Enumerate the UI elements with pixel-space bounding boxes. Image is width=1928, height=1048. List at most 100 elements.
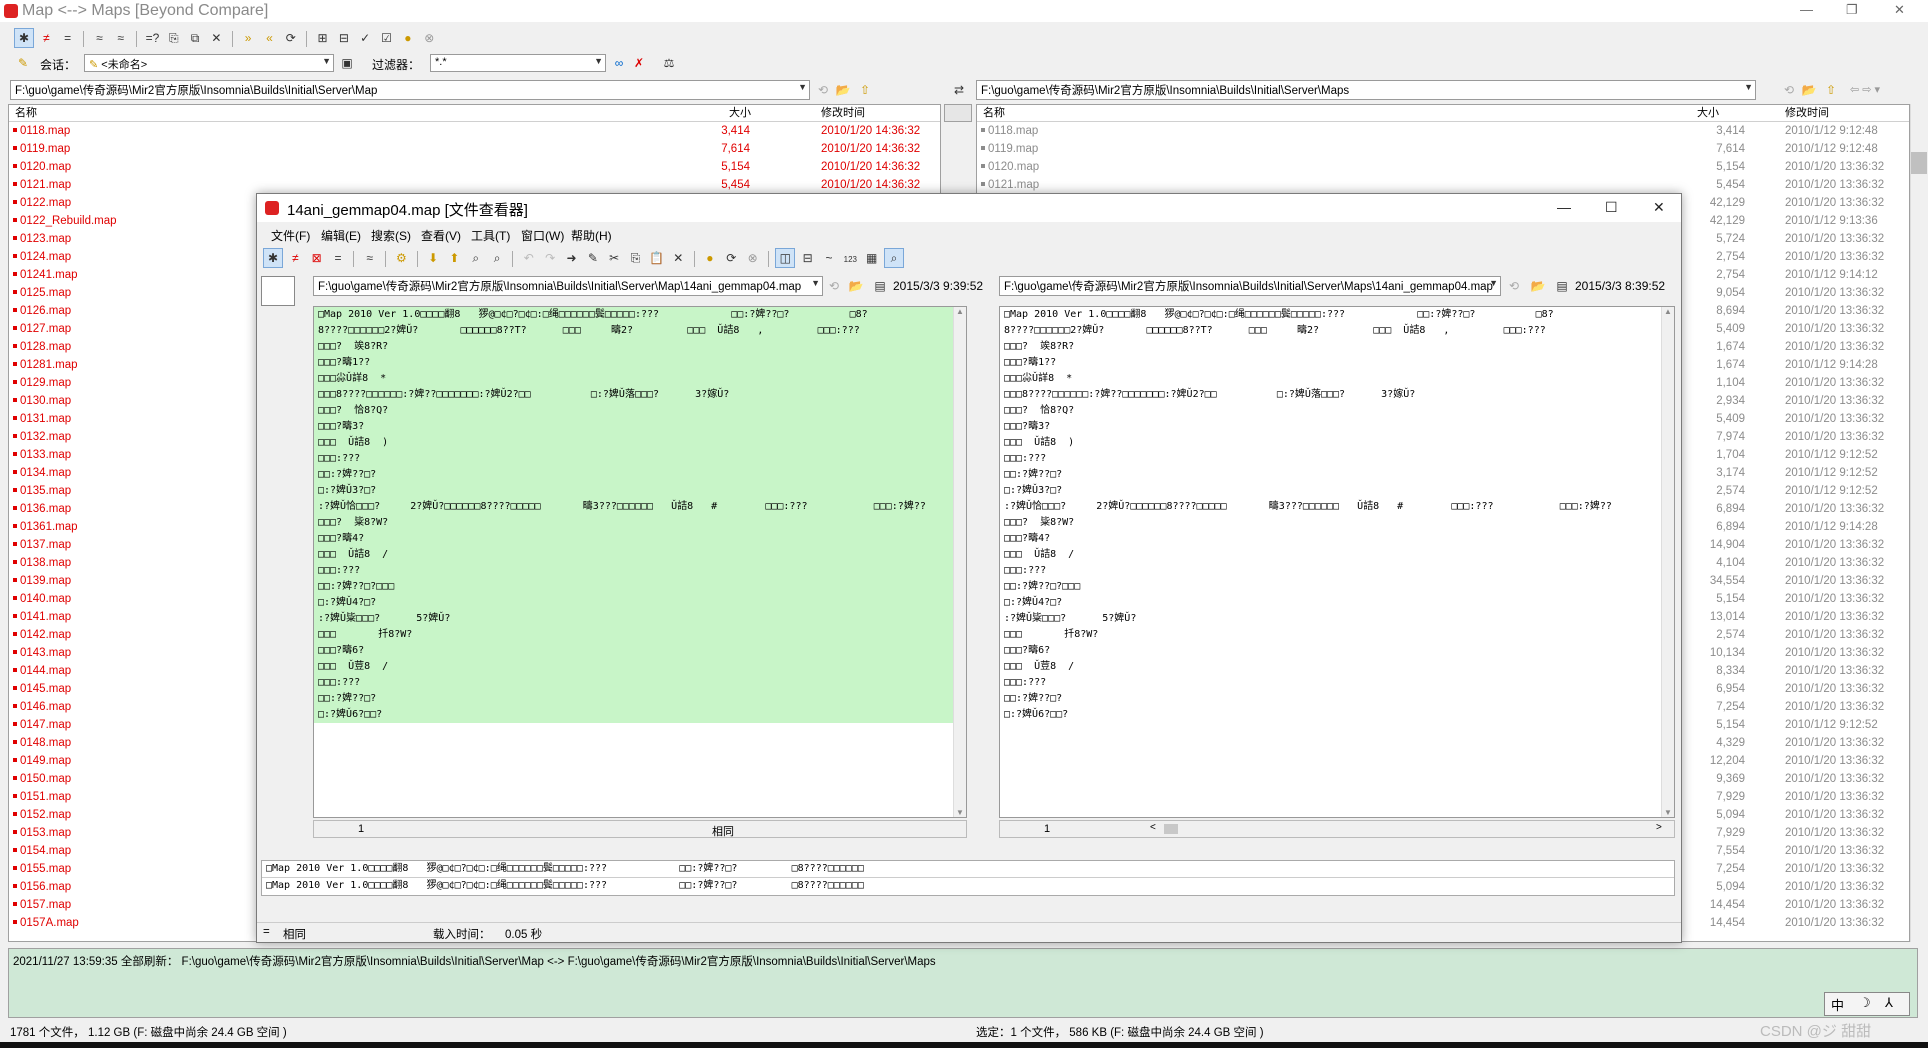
balance-icon[interactable]: ⚖ [660, 54, 678, 72]
show-diffs-icon[interactable]: ≠ [286, 249, 304, 267]
edit-icon[interactable]: ✎ [584, 249, 602, 267]
browse-file-icon[interactable]: 📂 [1529, 277, 1547, 295]
refresh-icon[interactable]: ⟳ [282, 29, 300, 47]
undo-icon[interactable]: ↶ [520, 249, 538, 267]
col-name[interactable]: 名称 [15, 105, 37, 121]
menu-file[interactable]: 文件(F) [271, 227, 310, 244]
col-modified[interactable]: 修改时间 [821, 105, 865, 121]
session-icon[interactable]: ✎ [14, 54, 32, 72]
file-row[interactable]: 0120.map 5,154 2010/1/20 13:36:32 [977, 158, 1909, 176]
menu-help[interactable]: 帮助(H) [571, 227, 612, 244]
show-all-icon[interactable]: ✱ [14, 28, 34, 48]
rules-icon[interactable]: =? [143, 29, 161, 47]
file-row[interactable]: 0119.map 7,614 2010/1/20 14:36:32 [9, 140, 940, 158]
scroll-left-icon[interactable]: < [1150, 822, 1156, 833]
unimportant-icon[interactable]: ≈ [90, 29, 108, 47]
prev-diff-icon[interactable]: ⬆ [445, 249, 463, 267]
copy-left-icon[interactable]: « [260, 29, 278, 47]
unimportant-icon[interactable]: ≈ [361, 249, 379, 267]
history-icon[interactable]: ⟲ [1505, 277, 1523, 295]
stop-icon[interactable]: ⊗ [420, 29, 438, 47]
viewer-left-path-input[interactable]: F:\guo\game\传奇源码\Mir2官方原版\Insomnia\Build… [313, 276, 823, 296]
show-diff-lines-icon[interactable]: ⊠ [308, 249, 326, 267]
history-icon[interactable]: ⟲ [825, 277, 843, 295]
nav-arrows-icon[interactable]: ⇦ ⇨ ▾ [1850, 83, 1880, 96]
show-all-icon[interactable]: ✱ [263, 248, 283, 268]
stop-icon[interactable]: ⊗ [744, 249, 762, 267]
scroll-right-icon[interactable]: > [1656, 822, 1662, 833]
parent-folder-icon[interactable]: ⇧ [1822, 81, 1840, 99]
show-diffs-icon[interactable]: ≠ [37, 29, 55, 47]
filter-input[interactable]: *.* ▼ [430, 54, 606, 72]
find-next-icon[interactable]: ⌕ [488, 249, 506, 267]
close-button[interactable]: ✕ [1894, 2, 1905, 18]
col-modified[interactable]: 修改时间 [1785, 105, 1829, 121]
col-size[interactable]: 大小 [1697, 105, 1719, 121]
copy-to-other-icon[interactable]: ➜ [563, 249, 581, 267]
save-icon[interactable]: ▤ [1553, 277, 1571, 295]
left-text-pane[interactable]: □Map 2010 Ver 1.0□□□□翻8 猡@□¢□?□¢□:□绳□□□□… [313, 306, 967, 818]
check-icon[interactable]: ✓ [356, 29, 374, 47]
paste-icon[interactable]: 📋 [648, 249, 666, 267]
copy-right-icon[interactable]: » [239, 29, 257, 47]
history-icon[interactable]: ⟲ [814, 81, 832, 99]
apply-filter-icon[interactable]: ∞ [610, 54, 628, 72]
left-text-scrollbar[interactable]: ▲ ▼ [953, 307, 966, 817]
context-icon[interactable]: ▦ [863, 249, 881, 267]
maximize-button[interactable]: ❐ [1846, 2, 1858, 18]
menu-window[interactable]: 窗口(W) [521, 227, 564, 244]
scroll-down-icon[interactable]: ▼ [1662, 808, 1674, 817]
col-name[interactable]: 名称 [983, 105, 1005, 121]
clear-filter-icon[interactable]: ✗ [630, 54, 648, 72]
side-by-side-icon[interactable]: ◫ [775, 248, 796, 268]
viewer-right-path-input[interactable]: F:\guo\game\传奇源码\Mir2官方原版\Insomnia\Build… [999, 276, 1501, 296]
ime-toolbar[interactable]: 中 ☽ ⅄ [1824, 992, 1910, 1016]
details-icon[interactable]: ⌕ [884, 248, 904, 268]
scroll-down-icon[interactable]: ▼ [954, 808, 966, 817]
file-row[interactable]: 0118.map 3,414 2010/1/20 14:36:32 [9, 122, 940, 140]
right-text-scrollbar[interactable]: ▲ ▼ [1661, 307, 1674, 817]
line-numbers-icon[interactable]: 123 [841, 251, 859, 269]
scroll-up-icon[interactable]: ▲ [954, 307, 966, 316]
collapse-icon[interactable]: ⊟ [335, 29, 353, 47]
expand-icon[interactable]: ⊞ [314, 29, 332, 47]
save-icon[interactable]: ▤ [871, 277, 889, 295]
history-icon[interactable]: ⟲ [1780, 81, 1798, 99]
scrollbar-thumb[interactable] [1911, 152, 1927, 174]
col-size[interactable]: 大小 [729, 105, 751, 121]
file-row[interactable]: 0121.map 5,454 2010/1/20 14:36:32 [9, 176, 940, 194]
left-path-input[interactable]: F:\guo\game\传奇源码\Mir2官方原版\Insomnia\Build… [10, 80, 810, 100]
menu-view[interactable]: 查看(V) [421, 227, 461, 244]
minimize-button[interactable]: — [1800, 2, 1813, 17]
viewer-close-button[interactable]: ✕ [1653, 199, 1665, 216]
rules-icon[interactable]: ● [701, 249, 719, 267]
swap-sides-icon[interactable]: ⇄ [950, 81, 968, 99]
file-row[interactable]: 0120.map 5,154 2010/1/20 14:36:32 [9, 158, 940, 176]
show-same-icon[interactable]: = [59, 29, 77, 47]
minor-icon[interactable]: ≈ [112, 29, 130, 47]
thumbnail-overview[interactable] [261, 276, 295, 306]
move-icon[interactable]: ⧉ [186, 29, 204, 47]
find-icon[interactable]: ● [399, 29, 417, 47]
file-row[interactable]: 0119.map 7,614 2010/1/12 9:12:48 [977, 140, 1909, 158]
right-text-pane[interactable]: □Map 2010 Ver 1.0□□□□翻8 猡@□¢□?□¢□:□绳□□□□… [999, 306, 1675, 818]
menu-tools[interactable]: 工具(T) [471, 227, 510, 244]
redo-icon[interactable]: ↷ [541, 249, 559, 267]
cut-icon[interactable]: ✂ [605, 249, 623, 267]
h-scrollbar-thumb[interactable] [1164, 824, 1178, 834]
select-icon[interactable]: ☑ [378, 29, 396, 47]
copy-icon[interactable]: ⎘ [627, 249, 645, 267]
browse-folder-icon[interactable]: 📂 [834, 81, 852, 99]
right-scrollbar[interactable] [1910, 104, 1927, 942]
viewer-maximize-button[interactable]: ☐ [1605, 199, 1618, 216]
next-diff-icon[interactable]: ⬇ [424, 249, 442, 267]
whitespace-icon[interactable]: ~ [820, 249, 838, 267]
browse-folder-icon[interactable]: 📂 [1800, 81, 1818, 99]
file-row[interactable]: 0121.map 5,454 2010/1/20 13:36:32 [977, 176, 1909, 194]
browse-file-icon[interactable]: 📂 [847, 277, 865, 295]
menu-edit[interactable]: 编辑(E) [321, 227, 361, 244]
file-row[interactable]: 0118.map 3,414 2010/1/12 9:12:48 [977, 122, 1909, 140]
scroll-up-icon[interactable]: ▲ [1662, 307, 1674, 316]
over-under-icon[interactable]: ⊟ [799, 249, 817, 267]
menu-search[interactable]: 搜索(S) [371, 227, 411, 244]
